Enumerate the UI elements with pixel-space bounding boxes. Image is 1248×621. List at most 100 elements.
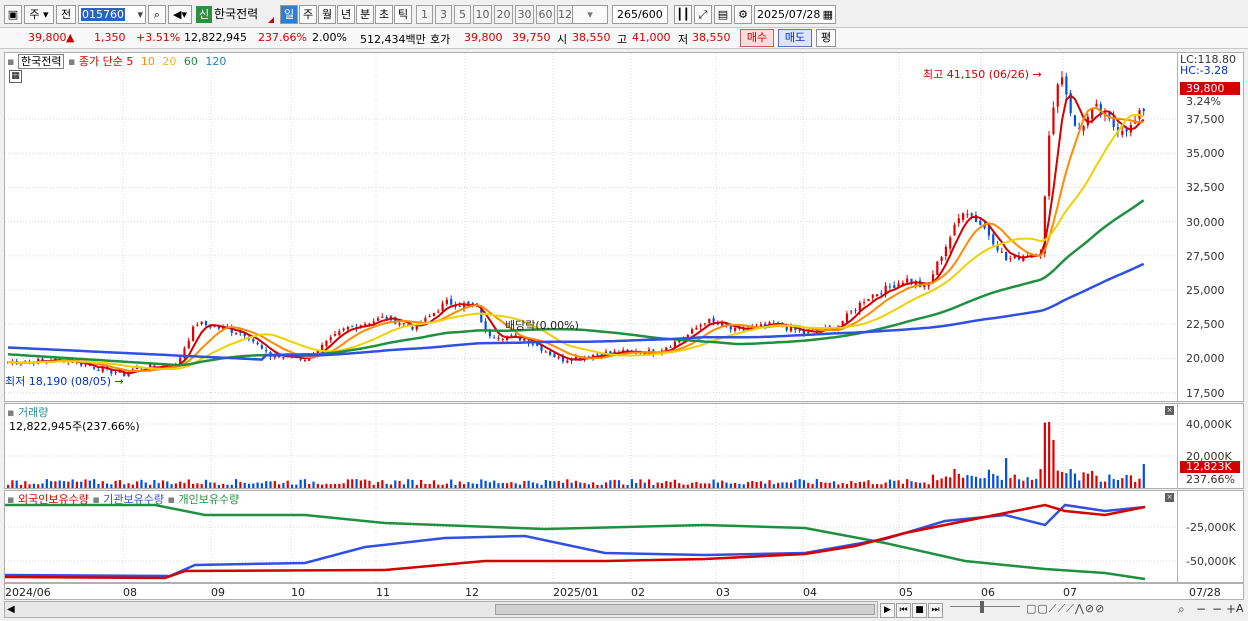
price-panel[interactable]: ▪ 한국전력 ▪ 종가 단순 5 10 20 60 120 ▦ 최고 41,15… xyxy=(4,52,1178,402)
legend-ma-label[interactable]: 종가 단순 xyxy=(79,55,123,68)
volume-bar xyxy=(802,480,806,488)
period-tab[interactable]: 분 xyxy=(356,5,374,24)
volume-bar xyxy=(1086,473,1089,488)
volume-bar xyxy=(488,482,492,488)
speaker-icon[interactable]: ◀▾ xyxy=(168,5,192,24)
zoom-slider-handle[interactable] xyxy=(980,601,984,613)
volume-bar xyxy=(1060,471,1064,488)
eval-button[interactable]: 평 xyxy=(816,29,836,47)
sell-button[interactable]: 매도 xyxy=(778,29,812,47)
font-size-icon[interactable]: A xyxy=(1236,602,1244,615)
bid-price: 39,750 xyxy=(512,31,551,44)
zoom-out-icon[interactable]: − xyxy=(1196,602,1206,616)
candle-body xyxy=(785,326,788,331)
prev-button[interactable]: 전 xyxy=(56,5,76,24)
volume-bar xyxy=(570,482,573,488)
legend-stock-name[interactable]: 한국전력 xyxy=(17,54,65,69)
close-icon[interactable]: × xyxy=(1165,406,1174,415)
grid-toggle-icon[interactable]: ▦ xyxy=(9,70,22,83)
candle-body xyxy=(1082,126,1085,131)
period-tab[interactable]: 초 xyxy=(375,5,393,24)
horizontal-scrollbar[interactable]: ◀ xyxy=(4,601,878,618)
legend-foreign[interactable]: 외국인보유수량 xyxy=(18,493,89,506)
drawing-tools[interactable]: ▢▢⟋⟋⟋⋀⊘⊘ xyxy=(1026,602,1105,616)
volume-bar xyxy=(312,481,315,488)
minute-tab[interactable]: 1 xyxy=(416,5,433,24)
volume-bar xyxy=(1069,469,1072,488)
line-tool-icon[interactable]: ⤢ xyxy=(694,5,712,24)
period-tab[interactable]: 일 xyxy=(280,5,298,24)
period-tab[interactable]: 주 xyxy=(299,5,317,24)
minute-tab[interactable]: 3 xyxy=(435,5,452,24)
legend-individual[interactable]: 개인보유수량 xyxy=(178,493,239,506)
candle-type-icon[interactable]: ┃┃ xyxy=(674,5,692,24)
volume-bar xyxy=(708,483,711,488)
minute-tab[interactable]: 5 xyxy=(454,5,471,24)
zoom-in-icon[interactable]: ⌕ xyxy=(1178,602,1185,617)
calendar-icon[interactable]: ▦ xyxy=(823,6,833,23)
volume-bar xyxy=(1103,481,1107,488)
scroll-right-icon[interactable]: ▶ xyxy=(880,603,895,618)
rewind-icon[interactable]: ⏮ xyxy=(896,603,911,618)
volume-bar xyxy=(110,484,113,488)
volume-bar xyxy=(514,483,517,488)
candle-body xyxy=(544,351,547,353)
legend-institution[interactable]: 기관보유수량 xyxy=(103,493,164,506)
volume-bar xyxy=(338,483,341,488)
minute-tab[interactable]: 60 xyxy=(536,5,555,24)
plus-icon[interactable]: + xyxy=(1226,602,1236,616)
buy-button[interactable]: 매수 xyxy=(740,29,774,47)
zoom-slider[interactable] xyxy=(950,601,1020,613)
count-field[interactable]: 265/600 xyxy=(612,5,668,24)
date-field[interactable]: 2025/07/28 ▦ xyxy=(754,5,836,24)
candle-body xyxy=(333,334,337,336)
close-icon[interactable]: × xyxy=(1165,493,1174,502)
volume-bar xyxy=(919,482,922,488)
chart-type-dropdown[interactable]: 주 ▾ xyxy=(24,5,54,24)
minute-tab[interactable]: 10 xyxy=(473,5,492,24)
pct-tag: 3.24% xyxy=(1186,95,1221,108)
minute-tab[interactable]: 20 xyxy=(494,5,513,24)
stop-icon[interactable]: ■ xyxy=(912,603,927,618)
legend-square-icon: ▪ xyxy=(167,493,175,506)
volume-bar xyxy=(617,480,621,488)
volume-bar xyxy=(652,484,655,488)
volume-bar xyxy=(497,483,500,488)
save-icon[interactable]: ▤ xyxy=(714,5,732,24)
candle-body xyxy=(734,327,737,331)
volume-bar xyxy=(716,482,720,488)
scroll-left-icon[interactable]: ◀ xyxy=(7,604,15,615)
candle-body xyxy=(549,351,552,355)
search-icon[interactable]: ⌕ xyxy=(148,5,166,24)
up-arrow-icon: ▲ xyxy=(66,31,75,44)
holder-panel[interactable]: ▪ 외국인보유수량 ▪ 기관보유수량 ▪ 개인보유수량 × xyxy=(4,490,1178,583)
stock-code-input[interactable]: 015760 ▾ xyxy=(78,5,146,24)
scroll-thumb[interactable] xyxy=(495,604,875,615)
period-tab[interactable]: 틱 xyxy=(394,5,412,24)
x-axis-label: 09 xyxy=(211,586,225,599)
fast-forward-icon[interactable]: ⏭ xyxy=(928,603,943,618)
custom-period-dropdown[interactable]: ▾ xyxy=(572,5,608,24)
volume-bar xyxy=(647,479,651,488)
legend-square-icon: ▪ xyxy=(67,55,76,68)
candle-body xyxy=(888,286,892,288)
volume-bar xyxy=(191,483,195,488)
period-tab[interactable]: 년 xyxy=(337,5,355,24)
volume-bar xyxy=(596,484,599,488)
volume-panel[interactable]: ▪ 거래량 12,822,945주(237.66%) × xyxy=(4,403,1178,489)
volume-bar xyxy=(643,482,646,488)
candle-body xyxy=(669,346,672,348)
window-icon[interactable]: ▣ xyxy=(4,5,22,24)
volume-bar xyxy=(127,483,130,488)
volume-bar xyxy=(755,481,758,488)
volume-bar xyxy=(222,483,225,488)
volume-bar xyxy=(781,482,784,488)
period-tab[interactable]: 월 xyxy=(318,5,336,24)
volume-bar xyxy=(906,479,909,488)
minute-tab[interactable]: 30 xyxy=(515,5,534,24)
volume-bar xyxy=(329,484,332,488)
volume-bar xyxy=(944,476,948,488)
gear-icon[interactable]: ⚙ xyxy=(734,5,752,24)
minus-icon[interactable]: − xyxy=(1212,602,1222,616)
volume-bar xyxy=(635,483,638,488)
